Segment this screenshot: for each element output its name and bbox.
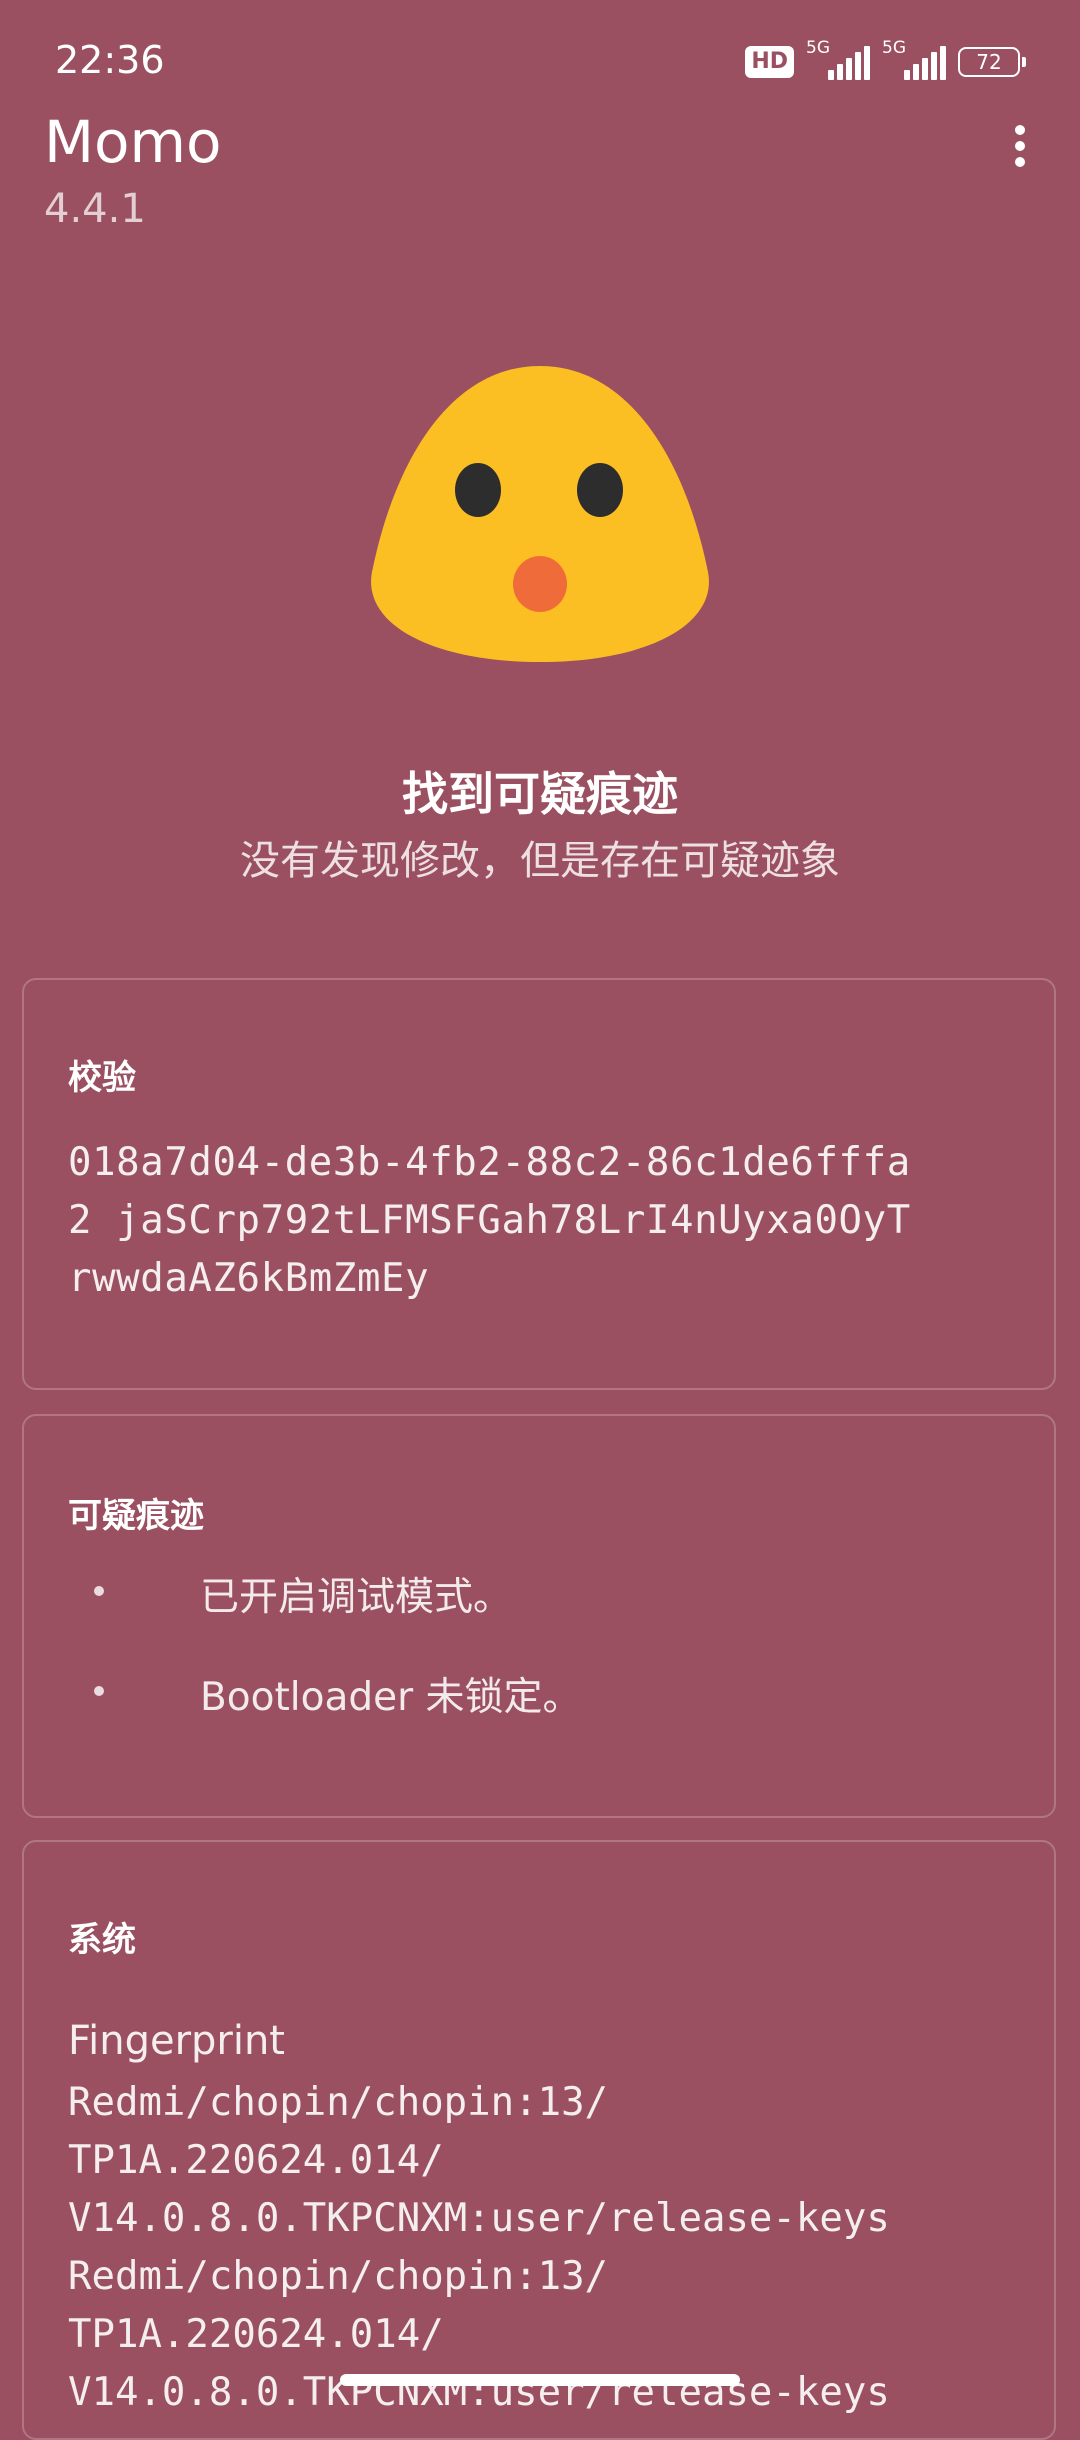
battery-level: 72: [976, 50, 1002, 74]
suspicious-traces-card: 可疑痕迹 已开启调试模式。 Bootloader 未锁定。: [22, 1414, 1056, 1818]
bullet-icon: [94, 1686, 104, 1696]
suspicious-item-text: Bootloader 未锁定。: [200, 1675, 582, 1720]
fingerprint-line: Redmi/chopin/chopin:13/: [68, 2080, 609, 2125]
list-item: Bootloader 未锁定。: [24, 1672, 1054, 1772]
verification-line: 018a7d04-de3b-4fb2-88c2-86c1de6fffa: [68, 1140, 911, 1185]
result-title: 找到可疑痕迹: [402, 767, 678, 821]
verification-title: 校验: [68, 1058, 136, 1098]
verification-card: 校验 018a7d04-de3b-4fb2-88c2-86c1de6fffa 2…: [22, 978, 1056, 1390]
more-vert-icon[interactable]: [990, 116, 1050, 176]
result-subtitle: 没有发现修改，但是存在可疑迹象: [240, 838, 840, 884]
fingerprint-line: V14.0.8.0.TKPCNXM:user/release-keys: [68, 2196, 890, 2241]
verification-code[interactable]: 018a7d04-de3b-4fb2-88c2-86c1de6fffa 2 ja…: [68, 1134, 1028, 1308]
home-indicator[interactable]: [340, 2374, 740, 2386]
fingerprint-line: TP1A.220624.014/: [68, 2312, 444, 2357]
list-item: 已开启调试模式。: [24, 1572, 1054, 1672]
app-version: 4.4.1: [44, 186, 146, 232]
suspicious-list: 已开启调试模式。 Bootloader 未锁定。: [24, 1572, 1054, 1772]
verification-line: rwwdaAZ6kBmZmEy: [68, 1256, 430, 1301]
hd-voice-badge: HD: [745, 46, 794, 78]
fingerprint-label: Fingerprint: [68, 2018, 285, 2064]
network-type-label: 5G: [806, 38, 830, 58]
fingerprint-line: Redmi/chopin/chopin:13/: [68, 2254, 609, 2299]
signal-strength-icon: 5G: [882, 38, 946, 80]
suspicious-title: 可疑痕迹: [68, 1496, 204, 1536]
bullet-icon: [94, 1586, 104, 1596]
battery-icon: 72: [958, 47, 1026, 77]
status-bar: 22:36 HD 5G 5G 72: [0, 0, 1080, 120]
network-type-label: 5G: [882, 38, 906, 58]
suspicious-item-text: 已开启调试模式。: [200, 1575, 513, 1620]
fingerprint-line: TP1A.220624.014/: [68, 2138, 444, 2183]
system-title: 系统: [68, 1920, 136, 1960]
surprised-face-icon: [371, 366, 709, 662]
fingerprint-line: V14.0.8.0.TKPCNXM:user/release-keys: [68, 2370, 890, 2415]
status-time: 22:36: [55, 38, 165, 82]
verification-line: 2 jaSCrp792tLFMSFGah78LrI4nUyxa0OyT: [68, 1198, 911, 1243]
fingerprint-value[interactable]: Redmi/chopin/chopin:13/ TP1A.220624.014/…: [68, 2074, 1068, 2422]
system-card: 系统 Fingerprint Redmi/chopin/chopin:13/ T…: [22, 1840, 1056, 2440]
signal-strength-icon: 5G: [806, 38, 870, 80]
app-title: Momo: [44, 108, 222, 176]
status-icons: HD 5G 5G 72: [745, 38, 1026, 82]
